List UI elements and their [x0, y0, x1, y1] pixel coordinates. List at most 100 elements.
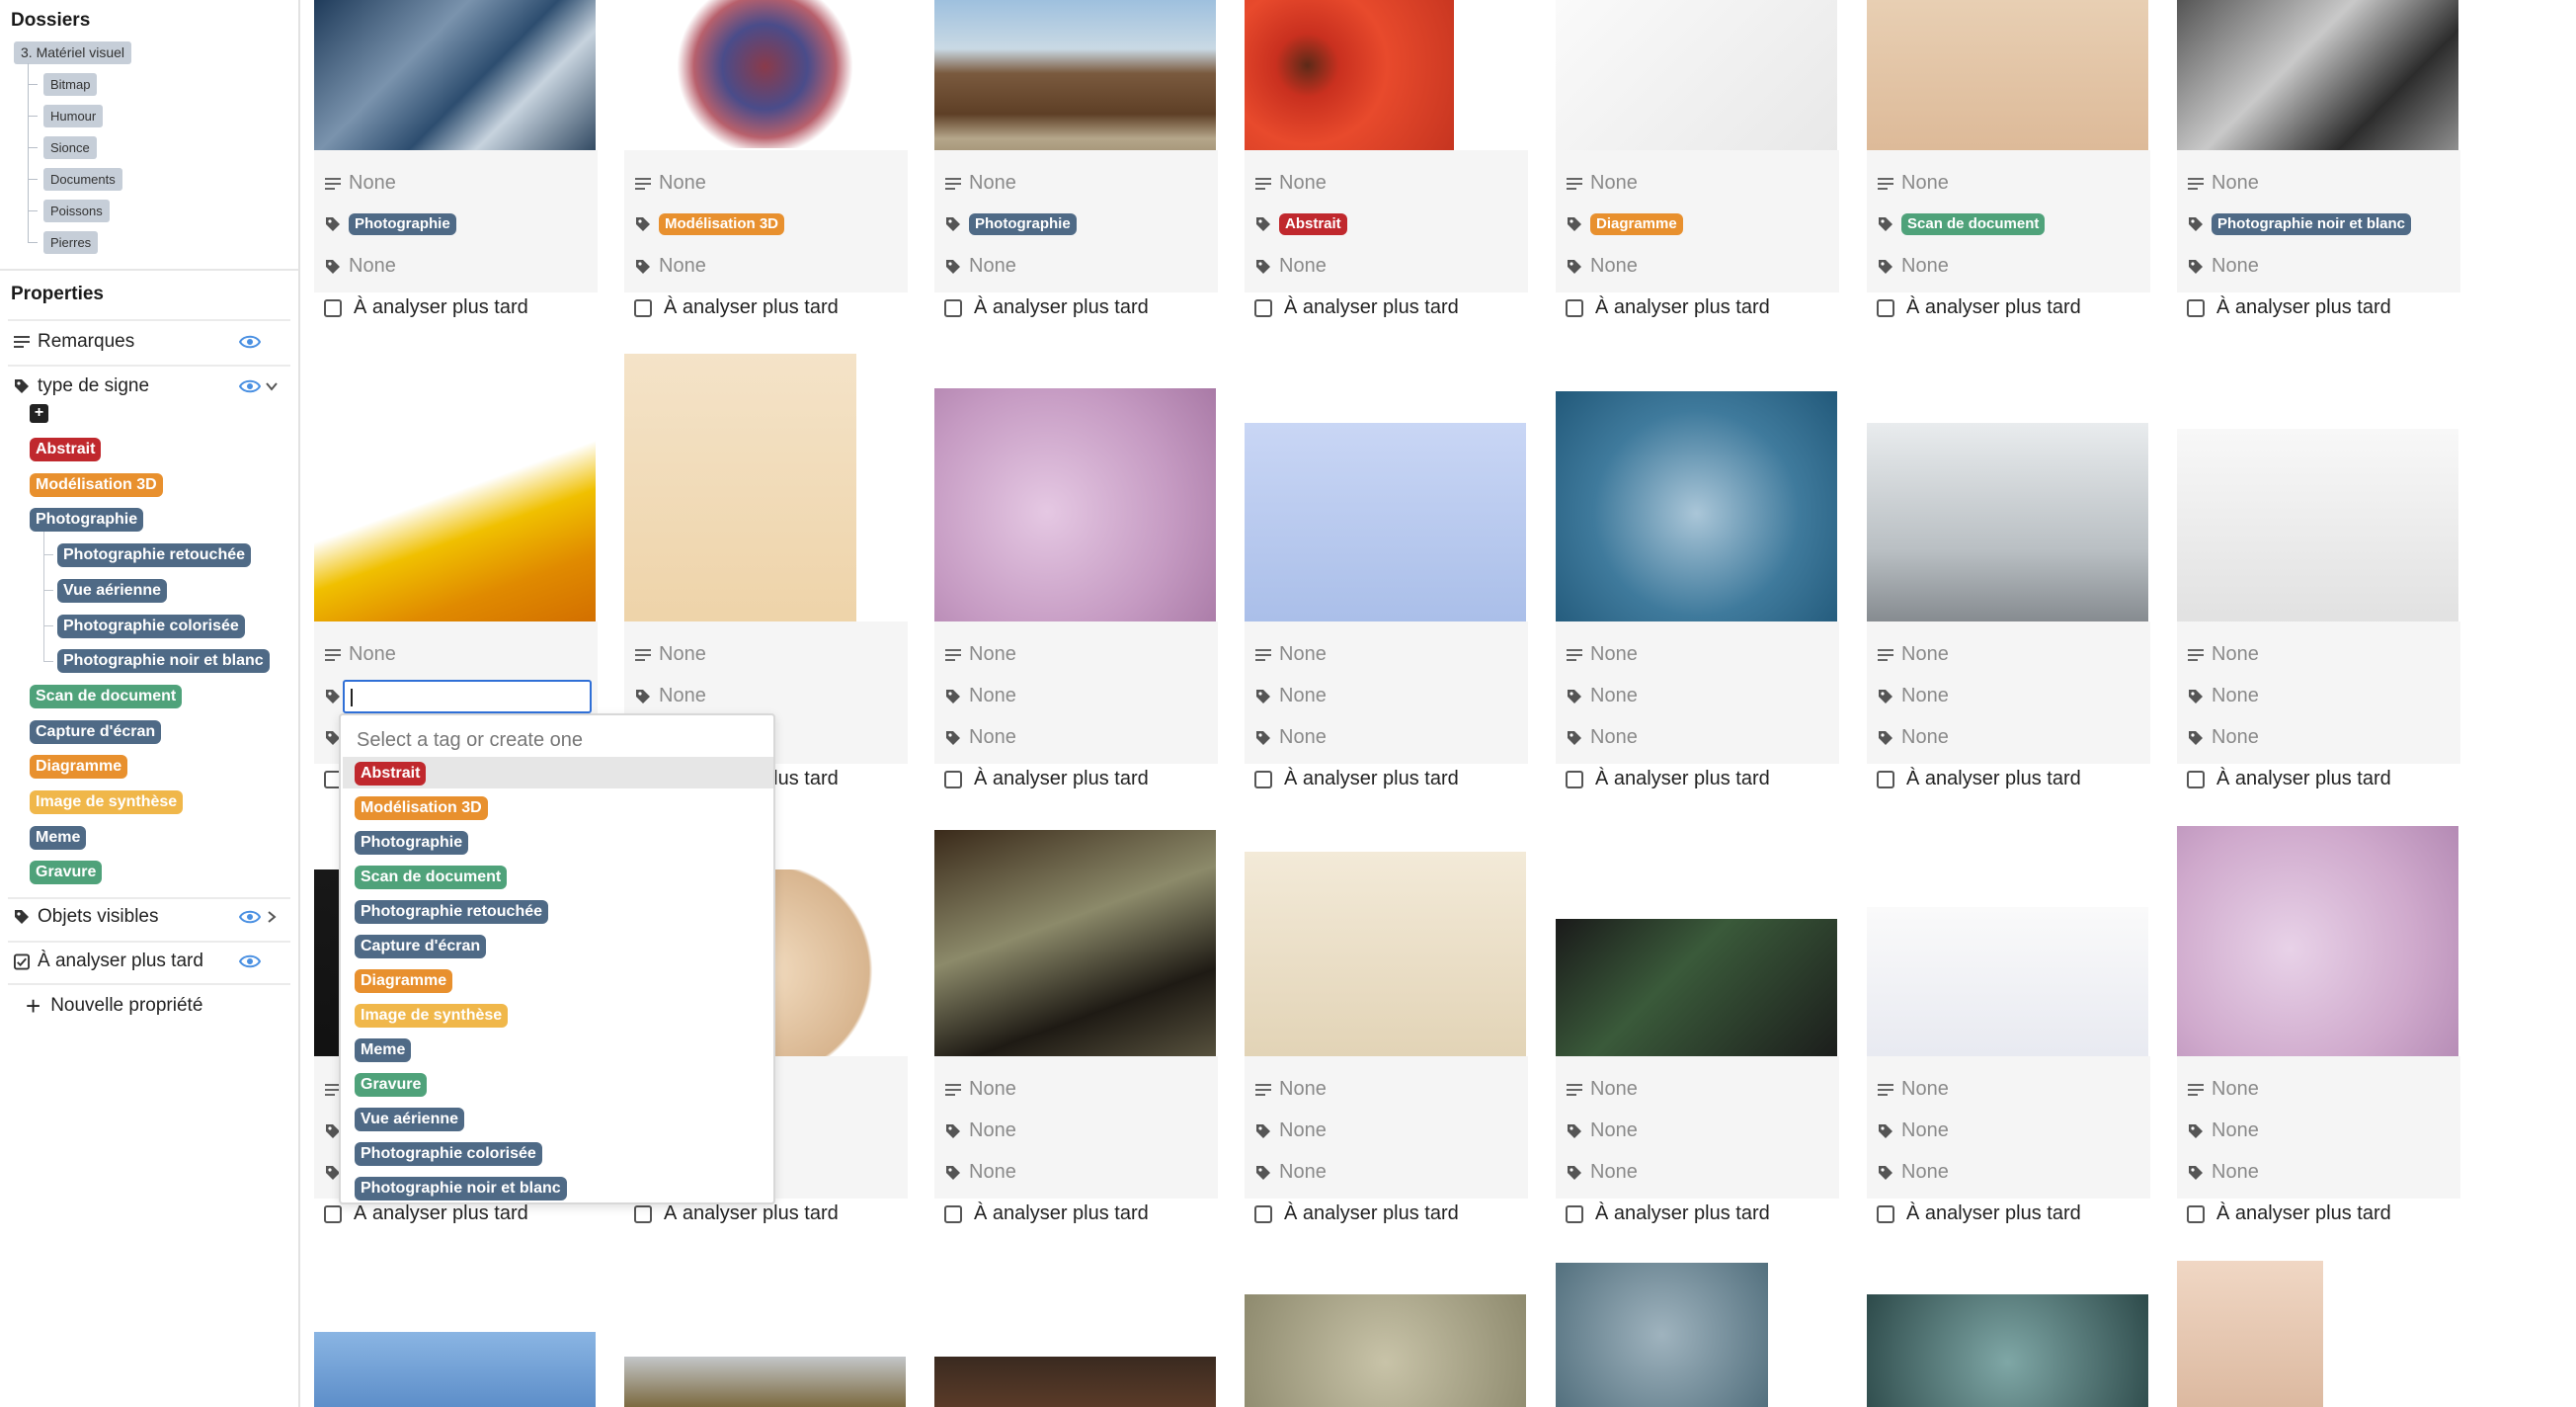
- analyser-plus-tard-field[interactable]: À analyser plus tard: [1254, 768, 1459, 790]
- type-de-signe-field[interactable]: None: [1877, 1119, 1949, 1142]
- visibility-eye-icon[interactable]: [238, 954, 262, 968]
- analyser-checkbox[interactable]: [634, 1204, 652, 1223]
- tag-photographie[interactable]: Photographie: [30, 508, 144, 532]
- analyser-checkbox[interactable]: [1566, 1204, 1583, 1223]
- analyser-plus-tard-field[interactable]: À analyser plus tard: [1877, 1202, 2081, 1225]
- type-de-signe-field[interactable]: None: [944, 1119, 1016, 1142]
- analyser-checkbox[interactable]: [324, 298, 342, 317]
- remarques-field[interactable]: None: [324, 643, 396, 666]
- tag-option-mod-lisation-3d[interactable]: Modélisation 3D: [355, 796, 488, 820]
- chevron-right-icon[interactable]: [265, 910, 279, 924]
- analyser-checkbox[interactable]: [944, 770, 962, 788]
- property-objets-visibles[interactable]: Objets visibles: [14, 902, 159, 932]
- tag-option-diagramme[interactable]: Diagramme: [355, 969, 453, 993]
- thumbnail-image[interactable]: [1245, 1294, 1526, 1407]
- tag-option-scan-de-document[interactable]: Scan de document: [355, 866, 508, 889]
- analyser-checkbox[interactable]: [1877, 770, 1894, 788]
- thumbnail-image[interactable]: [934, 830, 1216, 1072]
- type-de-signe-field[interactable]: Photographie: [324, 213, 456, 235]
- objets-visibles-field[interactable]: None: [1254, 1161, 1327, 1184]
- analyser-plus-tard-field[interactable]: À analyser plus tard: [1877, 296, 2081, 319]
- signe-tag[interactable]: Modélisation 3D: [659, 213, 785, 235]
- objets-visibles-field[interactable]: None: [1877, 255, 1949, 278]
- tag-option-gravure[interactable]: Gravure: [355, 1073, 428, 1097]
- tag-option-abstrait[interactable]: Abstrait: [355, 762, 427, 786]
- type-de-signe-field[interactable]: None: [1566, 685, 1638, 707]
- analyser-plus-tard-field[interactable]: À analyser plus tard: [2187, 1202, 2391, 1225]
- type-de-signe-field[interactable]: Abstrait: [1254, 213, 1347, 235]
- analyser-checkbox[interactable]: [324, 1204, 342, 1223]
- folder-materiel-visuel[interactable]: 3. Matériel visuel: [14, 41, 132, 64]
- thumbnail-image[interactable]: [934, 388, 1216, 635]
- tag-scan-de-document[interactable]: Scan de document: [30, 685, 183, 708]
- type-de-signe-field[interactable]: Scan de document: [1877, 213, 2046, 235]
- remarques-field[interactable]: None: [944, 643, 1016, 666]
- analyser-checkbox[interactable]: [944, 298, 962, 317]
- signe-tag[interactable]: Abstrait: [1279, 213, 1347, 235]
- remarques-field[interactable]: None: [944, 1078, 1016, 1101]
- thumbnail-image[interactable]: [624, 354, 856, 630]
- folder-documents[interactable]: Documents: [43, 168, 122, 191]
- tag-option-photographie-noir-et-blanc[interactable]: Photographie noir et blanc: [355, 1177, 567, 1200]
- type-de-signe-field[interactable]: None: [1566, 1119, 1638, 1142]
- signe-tag[interactable]: Diagramme: [1590, 213, 1683, 235]
- tag-option-capture-d-cran[interactable]: Capture d'écran: [355, 935, 487, 958]
- remarques-field[interactable]: None: [2187, 643, 2259, 666]
- remarques-field[interactable]: None: [2187, 172, 2259, 195]
- objets-visibles-field[interactable]: None: [634, 255, 706, 278]
- tag-diagramme[interactable]: Diagramme: [30, 755, 128, 779]
- analyser-plus-tard-field[interactable]: À analyser plus tard: [1566, 768, 1770, 790]
- thumbnail-image[interactable]: [934, 0, 1216, 163]
- type-de-signe-field[interactable]: Photographie: [944, 213, 1077, 235]
- visibility-eye-icon[interactable]: [238, 335, 262, 349]
- remarques-field[interactable]: None: [944, 172, 1016, 195]
- thumbnail-image[interactable]: [1867, 907, 2148, 1072]
- remarques-field[interactable]: None: [634, 643, 706, 666]
- objets-visibles-field[interactable]: None: [1566, 726, 1638, 749]
- type-de-signe-field[interactable]: None: [1254, 685, 1327, 707]
- objets-visibles-field[interactable]: None: [2187, 726, 2259, 749]
- analyser-checkbox[interactable]: [1877, 298, 1894, 317]
- analyser-plus-tard-field[interactable]: À analyser plus tard: [944, 768, 1149, 790]
- type-de-signe-field[interactable]: Modélisation 3D: [634, 213, 785, 235]
- thumbnail-image[interactable]: [2177, 826, 2458, 1072]
- analyser-plus-tard-field[interactable]: À analyser plus tard: [324, 296, 528, 319]
- signe-tag[interactable]: Photographie: [969, 213, 1077, 235]
- analyser-plus-tard-field[interactable]: À analyser plus tard: [1566, 1202, 1770, 1225]
- remarques-field[interactable]: None: [1877, 172, 1949, 195]
- property-type-de-signe[interactable]: type de signe: [14, 372, 149, 401]
- analyser-checkbox[interactable]: [1254, 1204, 1272, 1223]
- type-de-signe-field[interactable]: None: [634, 685, 706, 707]
- type-de-signe-field[interactable]: Photographie noir et blanc: [2187, 213, 2412, 235]
- thumbnail-image[interactable]: [1867, 1294, 2148, 1407]
- tag-abstrait[interactable]: Abstrait: [30, 438, 102, 461]
- analyser-plus-tard-field[interactable]: À analyser plus tard: [944, 1202, 1149, 1225]
- remarques-field[interactable]: None: [1566, 172, 1638, 195]
- folder-pierres[interactable]: Pierres: [43, 231, 99, 254]
- thumbnail-image[interactable]: [624, 1357, 906, 1407]
- objets-visibles-field[interactable]: None: [944, 1161, 1016, 1184]
- remarques-field[interactable]: None: [1254, 172, 1327, 195]
- tag-option-image-de-synth-se[interactable]: Image de synthèse: [355, 1004, 509, 1028]
- analyser-plus-tard-field[interactable]: À analyser plus tard: [1254, 296, 1459, 319]
- analyser-plus-tard-field[interactable]: À analyser plus tard: [2187, 296, 2391, 319]
- analyser-plus-tard-field[interactable]: À analyser plus tard: [324, 1202, 528, 1225]
- visibility-eye-icon[interactable]: [238, 910, 262, 924]
- tag-photographie-retouchee[interactable]: Photographie retouchée: [57, 543, 252, 567]
- objets-visibles-field[interactable]: None: [944, 255, 1016, 278]
- objets-visibles-field[interactable]: None: [2187, 1161, 2259, 1184]
- analyser-plus-tard-field[interactable]: À analyser plus tard: [634, 296, 839, 319]
- objets-visibles-field[interactable]: None: [1254, 255, 1327, 278]
- thumbnail-image[interactable]: [2177, 0, 2458, 163]
- remarques-field[interactable]: None: [1254, 643, 1327, 666]
- analyser-checkbox[interactable]: [1566, 298, 1583, 317]
- chevron-down-icon[interactable]: [265, 379, 279, 393]
- analyser-plus-tard-field[interactable]: À analyser plus tard: [944, 296, 1149, 319]
- tag-modelisation-3d[interactable]: Modélisation 3D: [30, 473, 163, 497]
- tag-meme[interactable]: Meme: [30, 826, 87, 850]
- thumbnail-image[interactable]: [934, 1357, 1216, 1407]
- thumbnail-image[interactable]: [314, 413, 596, 635]
- folder-sionce[interactable]: Sionce: [43, 136, 97, 159]
- property-a-analyser[interactable]: À analyser plus tard: [14, 947, 203, 976]
- thumbnail-image[interactable]: [1245, 852, 1526, 1071]
